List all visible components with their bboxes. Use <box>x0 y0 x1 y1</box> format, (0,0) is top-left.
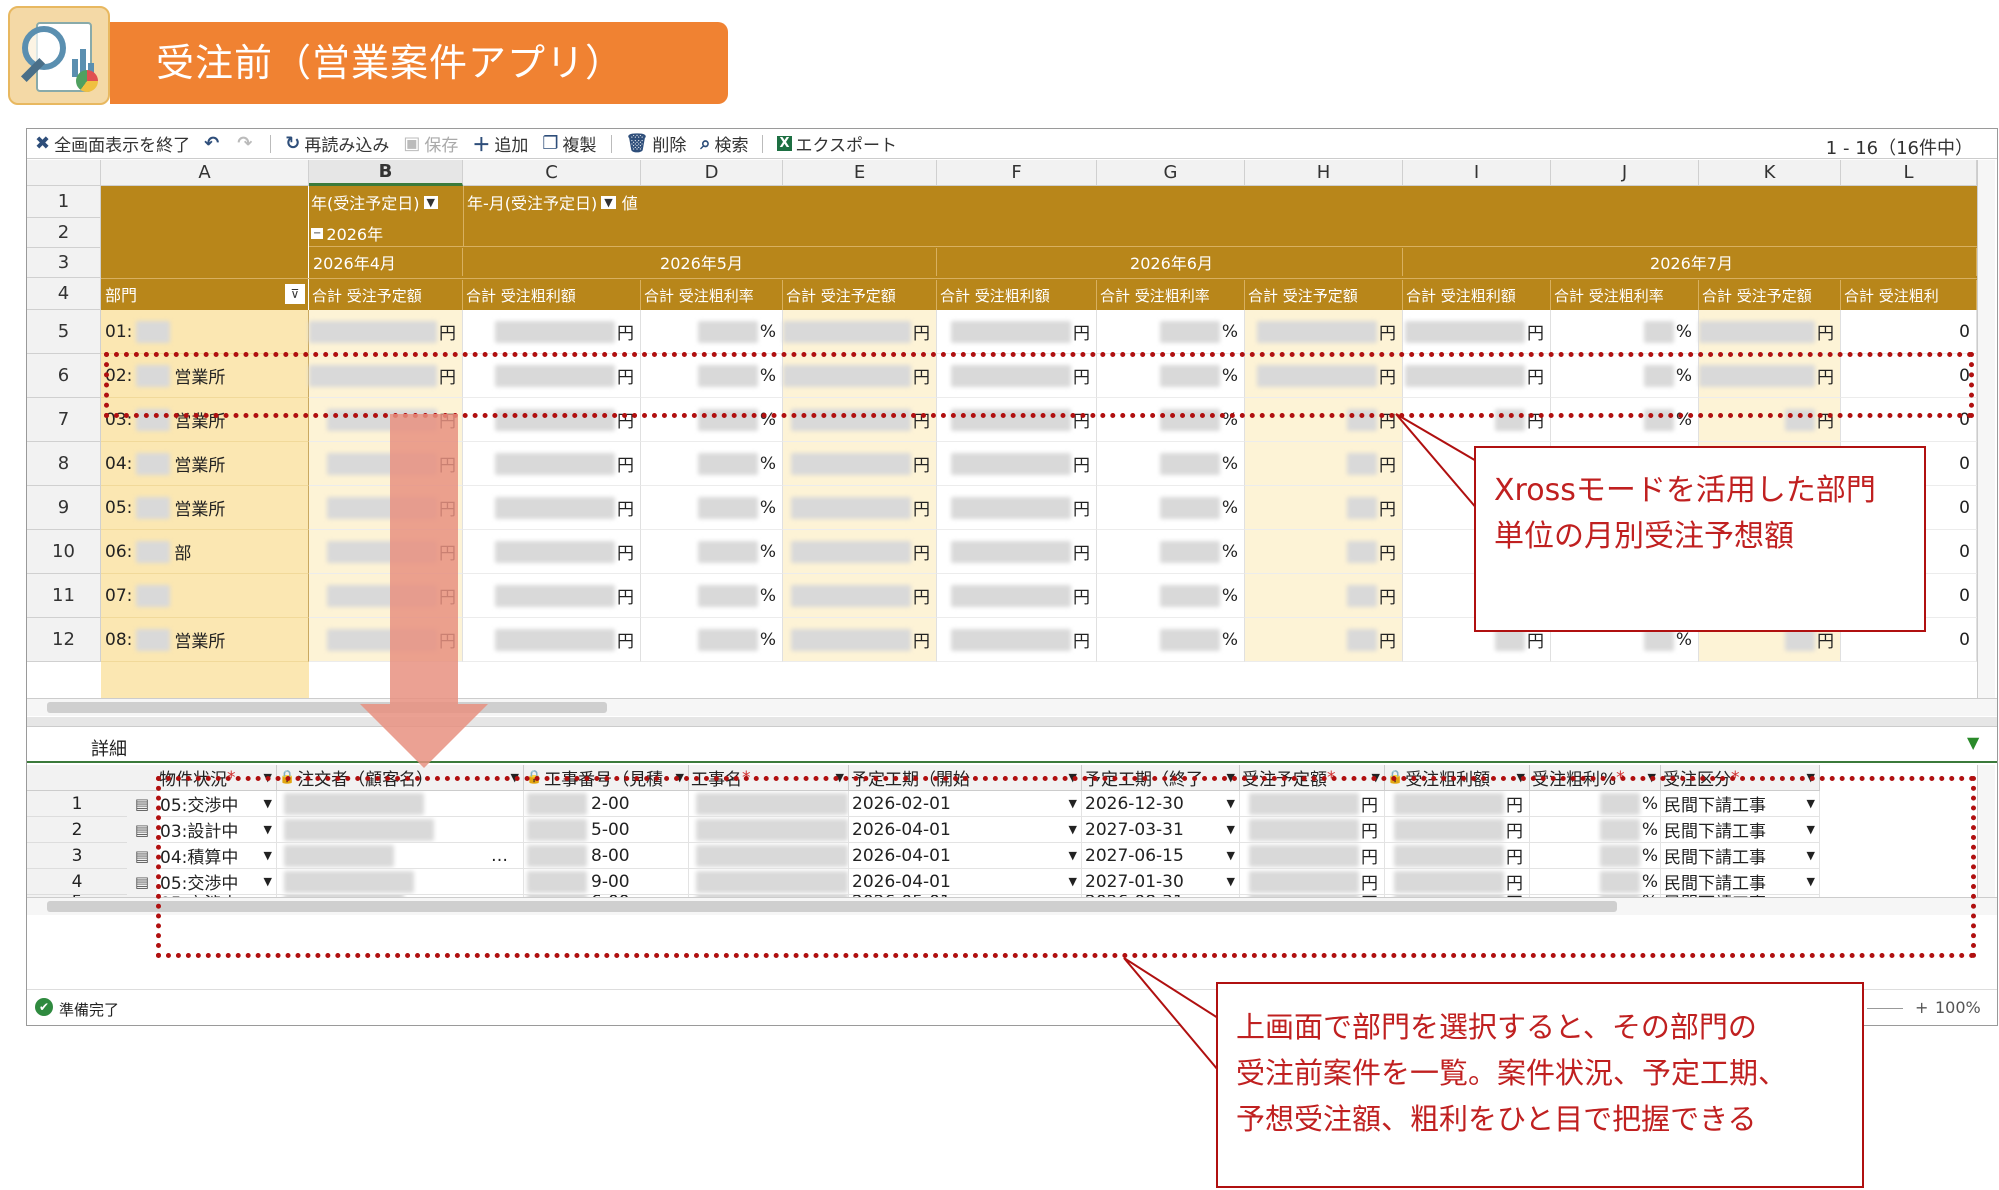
callout-bottom: 上画面で部門を選択すると、その部門の 受注前案件を一覧。案件状況、予定工期、 予… <box>1216 982 1864 1188</box>
callout-top: Xrossモードを活用した部門 単位の月別受注予想額 <box>1474 446 1926 632</box>
